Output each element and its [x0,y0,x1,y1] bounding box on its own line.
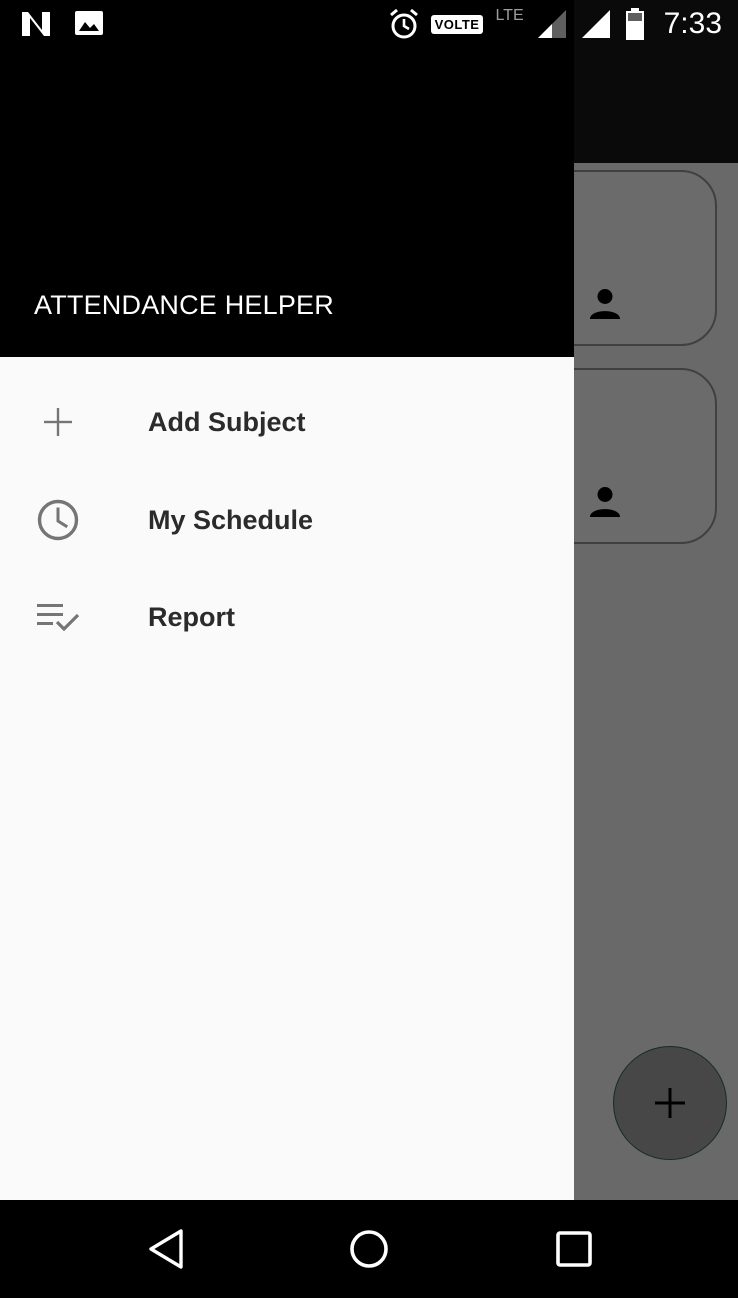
signal-icon [537,10,566,38]
playlist-check-icon [34,593,82,641]
system-nav-bar [0,1200,738,1298]
screen: ATTENDANCE HELPER Add Subject My Schedul… [0,0,738,1298]
plus-icon [34,398,82,446]
back-icon [149,1229,183,1269]
menu-item-label: My Schedule [148,504,314,535]
status-bar: VOLTE LTE 7:33 [0,0,738,48]
menu-item-add-subject[interactable]: Add Subject [0,374,574,470]
n-notification-icon [22,12,50,36]
navigation-drawer: ATTENDANCE HELPER Add Subject My Schedul… [0,0,574,1200]
menu-item-my-schedule[interactable]: My Schedule [0,472,574,568]
menu-item-label: Add Subject [148,406,306,437]
signal-icon [581,10,610,38]
drawer-title: ATTENDANCE HELPER [34,290,334,320]
battery-icon [625,8,644,40]
clock-icon [34,496,82,544]
status-time: 7:33 [663,7,722,40]
lte-icon: LTE [495,7,524,24]
back-button[interactable] [140,1224,190,1274]
home-icon [350,1230,388,1268]
menu-item-label: Report [148,601,235,632]
recents-button[interactable] [549,1224,599,1274]
alarm-icon [389,8,418,39]
recents-icon [556,1231,592,1267]
image-notification-icon [75,11,103,35]
home-button[interactable] [344,1224,394,1274]
menu-item-report[interactable]: Report [0,569,574,665]
drawer-header: ATTENDANCE HELPER [0,0,574,357]
volte-badge: VOLTE [430,14,484,34]
